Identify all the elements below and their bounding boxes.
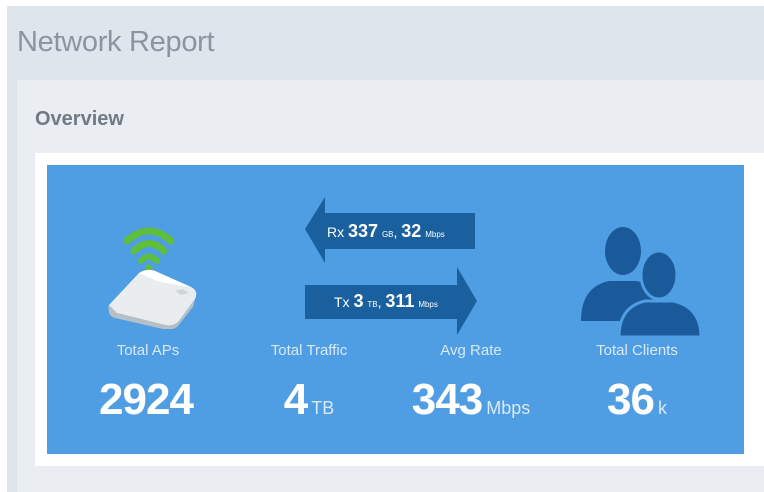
total-clients-number: 36 xyxy=(607,375,655,424)
rx-volume-unit: GB xyxy=(381,230,394,239)
tx-rate: 311 xyxy=(385,291,415,311)
rx-volume: 337 xyxy=(348,221,379,241)
network-report-page: Network Report Overview Rx 337 GB, 32 Mb… xyxy=(7,6,764,492)
page-title: Network Report xyxy=(17,26,215,58)
tx-volume-unit: TB xyxy=(367,300,378,309)
total-clients-unit: k xyxy=(657,398,667,418)
tx-separator: , xyxy=(377,294,382,310)
users-icon xyxy=(581,227,703,337)
rx-prefix: Rx xyxy=(327,224,345,240)
total-traffic-number: 4 xyxy=(283,375,309,424)
access-point-icon xyxy=(108,227,197,329)
tx-rate-unit: Mbps xyxy=(418,300,438,309)
total-clients-label: Total Clients xyxy=(596,342,678,359)
overview-card: Rx 337 GB, 32 Mbps Tx 3 TB, 311 Mbps Tot… xyxy=(47,165,744,454)
total-aps-label: Total APs xyxy=(116,342,180,359)
panel-title: Overview xyxy=(35,108,124,130)
wifi-signal-icon xyxy=(123,227,175,264)
tx-volume: 3 xyxy=(353,291,364,311)
tx-prefix: Tx xyxy=(334,294,350,310)
avg-rate-label: Avg Rate xyxy=(440,342,502,359)
overview-card-frame: Rx 337 GB, 32 Mbps Tx 3 TB, 311 Mbps Tot… xyxy=(35,153,764,466)
total-traffic-label: Total Traffic xyxy=(270,342,348,359)
rx-label: Rx 337 GB, 32 Mbps xyxy=(327,221,445,242)
total-clients-value: 36 k xyxy=(537,375,737,425)
tx-label: Tx 3 TB, 311 Mbps xyxy=(334,291,438,312)
total-aps-number: 2924 xyxy=(99,375,194,424)
total-traffic-unit: TB xyxy=(311,398,335,418)
avg-rate-number: 343 xyxy=(411,375,483,424)
rx-separator: , xyxy=(393,224,398,240)
rx-rate-unit: Mbps xyxy=(425,230,445,239)
avg-rate-unit: Mbps xyxy=(486,398,531,418)
overview-panel: Overview Rx 337 GB, 32 Mbps Tx 3 TB, 311… xyxy=(17,80,764,492)
rx-rate: 32 xyxy=(401,221,422,241)
